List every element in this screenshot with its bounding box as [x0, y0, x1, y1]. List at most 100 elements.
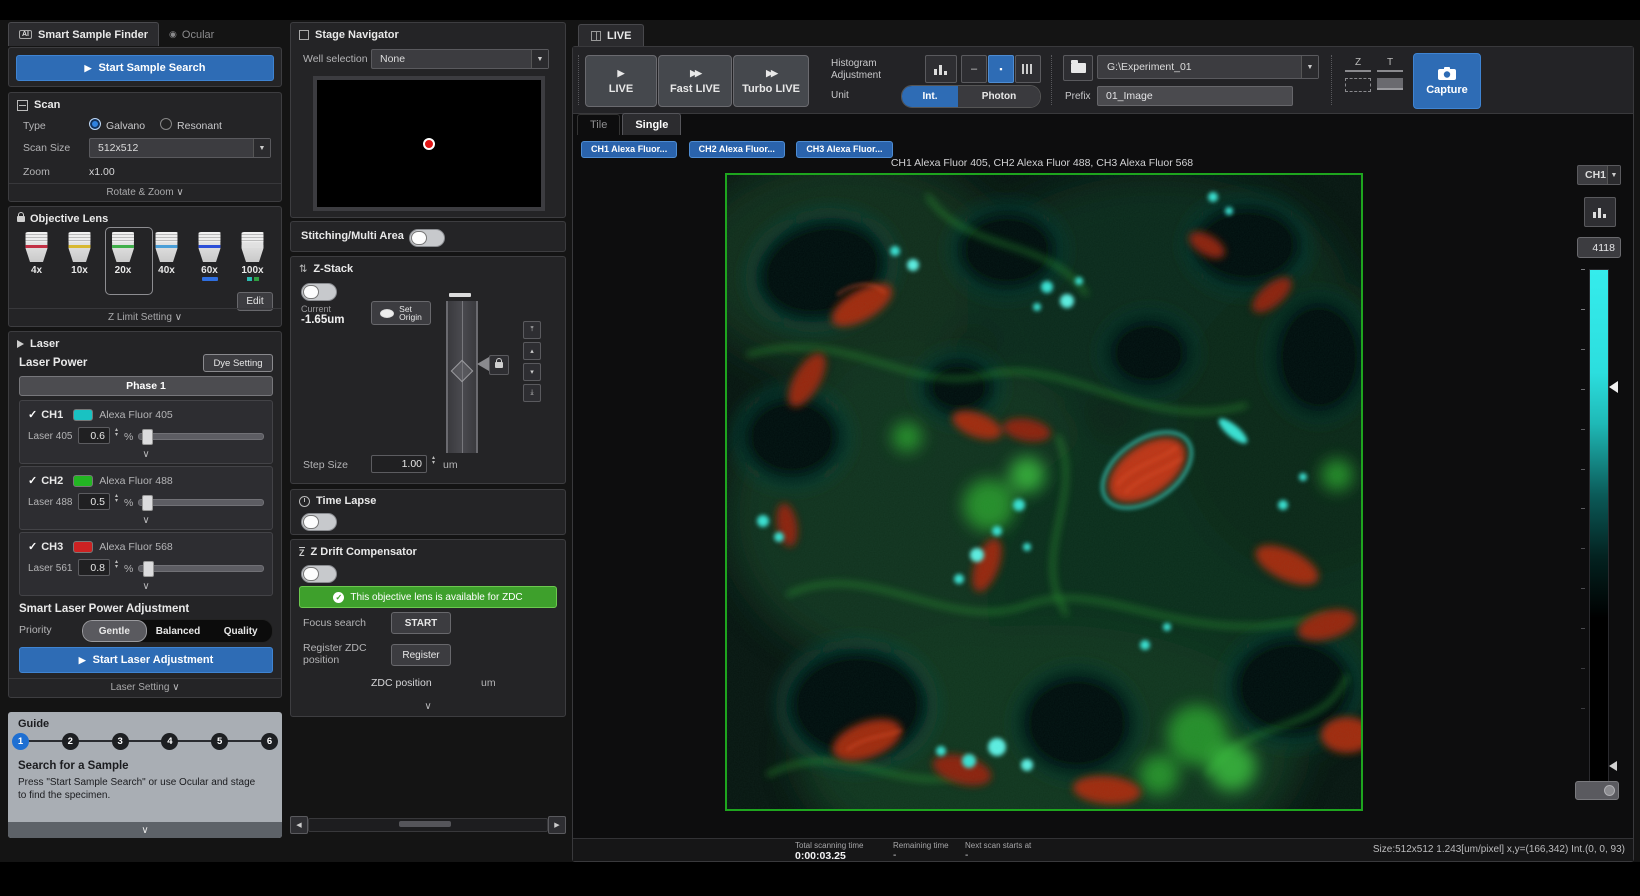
- stage-navigator-view[interactable]: [313, 76, 545, 211]
- zdc-toggle-off[interactable]: [301, 565, 337, 583]
- well-selection-select[interactable]: None ▼: [371, 49, 549, 69]
- radio-galvano[interactable]: Galvano: [89, 120, 145, 132]
- laser-power-slider[interactable]: [138, 565, 264, 572]
- prefix-input[interactable]: 01_Image: [1097, 86, 1293, 106]
- register-button[interactable]: Register: [391, 644, 451, 666]
- laser-power-input[interactable]: 0.5: [78, 493, 110, 510]
- laser-power-input[interactable]: 0.8: [78, 559, 110, 576]
- objective-item-4x[interactable]: 4x: [15, 232, 58, 281]
- live-document-tab[interactable]: LIVE: [578, 24, 644, 47]
- auto-lut-button[interactable]: [1584, 197, 1616, 227]
- tab-single-active[interactable]: Single: [622, 113, 681, 135]
- z-range-column[interactable]: [446, 301, 478, 453]
- laser-power-input[interactable]: 0.6: [78, 427, 110, 444]
- slider-handle[interactable]: [142, 429, 153, 445]
- priority-gentle-option[interactable]: Gentle: [82, 620, 147, 642]
- auto-histogram-button[interactable]: [925, 55, 957, 83]
- lut-handle[interactable]: [1575, 781, 1619, 800]
- checkbox-checked-icon[interactable]: ✓: [28, 474, 37, 487]
- live-button[interactable]: ▶ LIVE: [585, 55, 657, 107]
- start-sample-search-button[interactable]: ▶ Start Sample Search: [16, 55, 274, 81]
- dye-setting-button[interactable]: Dye Setting: [203, 354, 273, 372]
- start-laser-adjustment-button[interactable]: ▶ Start Laser Adjustment: [19, 647, 273, 673]
- z-move-top-button[interactable]: ⤒: [523, 321, 541, 339]
- laser-power-slider[interactable]: [138, 433, 264, 440]
- image-frame[interactable]: [725, 173, 1363, 811]
- chip-ch1[interactable]: CH1 Alexa Fluor...: [581, 141, 677, 158]
- channel-expander[interactable]: ∨: [20, 576, 272, 594]
- guide-step-5[interactable]: 5: [211, 733, 228, 750]
- set-origin-button[interactable]: SetOrigin: [371, 301, 431, 325]
- save-path-select[interactable]: G:\Experiment_01 ▼: [1097, 55, 1319, 79]
- chip-ch3[interactable]: CH3 Alexa Fluor...: [796, 141, 892, 158]
- zstack-toggle-off[interactable]: [301, 283, 337, 301]
- scroll-right-button[interactable]: ▶: [548, 816, 566, 834]
- zdc-expander[interactable]: ∨: [291, 696, 565, 714]
- unit-photon-option[interactable]: Photon: [958, 86, 1040, 107]
- spinner-arrows[interactable]: ▴▾: [115, 560, 118, 570]
- tab-tile[interactable]: Tile: [577, 114, 620, 135]
- radio-resonant[interactable]: Resonant: [160, 120, 222, 132]
- scrollbar-thumb[interactable]: [399, 821, 451, 827]
- objective-item-40x[interactable]: 40x: [145, 232, 188, 281]
- region-toggle[interactable]: [1345, 78, 1371, 92]
- priority-quality-option[interactable]: Quality: [209, 620, 272, 642]
- display-channel-select[interactable]: CH1 ▼: [1577, 165, 1621, 185]
- t-dimension-toggle[interactable]: T: [1377, 57, 1403, 72]
- laser-power-slider[interactable]: [138, 499, 264, 506]
- guide-collapse-bar[interactable]: ∨: [8, 822, 282, 838]
- guide-step-3[interactable]: 3: [112, 733, 129, 750]
- scan-size-select[interactable]: 512x512 ▼: [89, 138, 271, 158]
- objective-item-20x-selected[interactable]: 20x: [101, 232, 145, 281]
- browse-folder-button[interactable]: [1063, 55, 1093, 81]
- fast-live-button[interactable]: ▶▶ Fast LIVE: [658, 55, 732, 107]
- lut-max-value[interactable]: 4118: [1577, 237, 1621, 258]
- z-top-marker[interactable]: [449, 293, 471, 297]
- chip-ch2[interactable]: CH2 Alexa Fluor...: [689, 141, 785, 158]
- tab-ocular[interactable]: ◉ Ocular: [159, 23, 224, 46]
- phase-selector[interactable]: Phase 1: [19, 376, 273, 396]
- guide-step-4[interactable]: 4: [161, 733, 178, 750]
- z-up-button[interactable]: ▴: [523, 342, 541, 360]
- spinner-arrows[interactable]: ▴▾: [115, 494, 118, 504]
- z-dimension-toggle[interactable]: Z: [1345, 57, 1371, 72]
- spinner-arrows[interactable]: ▴▾: [115, 428, 118, 438]
- scrollbar-track[interactable]: [308, 818, 548, 832]
- turbo-live-button[interactable]: ▶▶ Turbo LIVE: [733, 55, 809, 107]
- rotate-zoom-expander[interactable]: Rotate & Zoom ∨: [9, 183, 281, 198]
- focus-search-start-button[interactable]: START: [391, 612, 451, 634]
- stitching-toggle-off[interactable]: [409, 229, 445, 247]
- z-lock-button[interactable]: [489, 355, 509, 375]
- channel-expander[interactable]: ∨: [20, 444, 272, 462]
- lut-gradient-bar[interactable]: [1589, 269, 1609, 783]
- frame-toggle[interactable]: [1377, 78, 1403, 90]
- slider-handle[interactable]: [143, 561, 154, 577]
- step-size-input[interactable]: 1.00: [371, 455, 427, 473]
- objective-item-60x[interactable]: 60x: [188, 232, 231, 281]
- z-current-diamond[interactable]: [451, 360, 474, 383]
- timelapse-toggle-off[interactable]: [301, 513, 337, 531]
- checkbox-checked-icon[interactable]: ✓: [28, 408, 37, 421]
- objective-item-10x[interactable]: 10x: [58, 232, 101, 281]
- lut-high-marker[interactable]: [1609, 381, 1618, 393]
- checkbox-checked-icon[interactable]: ✓: [28, 540, 37, 553]
- spinner-arrows[interactable]: ▴▾: [432, 456, 435, 466]
- histogram-mid-button-selected[interactable]: ▪: [988, 55, 1014, 83]
- slider-handle[interactable]: [142, 495, 153, 511]
- capture-button[interactable]: Capture: [1413, 53, 1481, 109]
- lut-low-marker[interactable]: [1609, 761, 1617, 771]
- guide-step-1-active[interactable]: 1: [12, 733, 29, 750]
- histogram-max-button[interactable]: [1015, 55, 1041, 83]
- z-limit-expander[interactable]: Z Limit Setting ∨: [9, 308, 281, 323]
- unit-int-option-selected[interactable]: Int.: [902, 86, 958, 107]
- z-down-button[interactable]: ▾: [523, 363, 541, 381]
- z-move-bottom-button[interactable]: ⤓: [523, 384, 541, 402]
- channel-expander[interactable]: ∨: [20, 510, 272, 528]
- laser-setting-expander[interactable]: Laser Setting ∨: [9, 678, 281, 693]
- objective-item-100x[interactable]: 100x: [231, 232, 274, 281]
- histogram-min-button[interactable]: –: [961, 55, 987, 83]
- guide-step-2[interactable]: 2: [62, 733, 79, 750]
- guide-step-6[interactable]: 6: [261, 733, 278, 750]
- priority-balanced-option[interactable]: Balanced: [147, 620, 210, 642]
- tab-smart-sample-finder[interactable]: AI Smart Sample Finder: [8, 22, 159, 46]
